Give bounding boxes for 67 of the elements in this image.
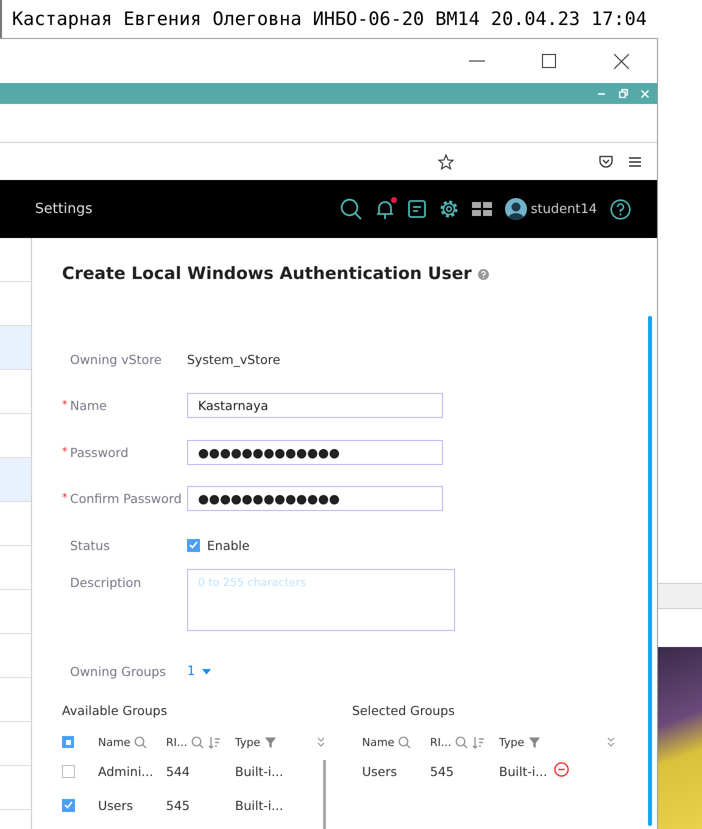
input-field[interactable]: ●●●●●●●●●●●●● [187,486,443,512]
checkbox-label[interactable]: Enable [207,538,250,553]
search-icon[interactable] [340,198,362,220]
field-label: Password [70,444,128,460]
column-header: Type [499,736,524,748]
scrollbar-thumb[interactable] [648,316,652,826]
table-cell-text: 544 [166,764,191,778]
required-asterisk: * [62,444,68,460]
column-header: Name [98,736,130,748]
close-icon[interactable] [614,54,628,68]
field-label: Owning vStore [70,352,162,367]
table-cell-text: Built-i... [235,798,284,812]
filter-icon [528,736,542,748]
search-icon [398,736,412,748]
column-header: RI... [430,736,452,748]
table-cell-text: 545 [166,798,191,812]
pocket-icon[interactable] [599,155,613,168]
caret-icon[interactable] [202,668,212,675]
field-value: System_vStore [187,352,280,367]
section-title: Selected Groups [352,703,456,718]
grid-icon[interactable] [472,202,492,216]
field-label: Description [70,574,142,590]
double-chevron-icon [316,736,326,748]
avatar-icon[interactable] [504,198,527,220]
table-cell-text: Users [362,764,398,778]
search-icon [191,736,204,748]
help-icon[interactable] [610,198,631,220]
document-icon[interactable] [408,200,426,218]
input-field[interactable]: Kastarnaya [187,393,443,418]
bookmark-star-icon[interactable] [438,154,454,170]
username-link[interactable]: student14 [530,202,597,216]
bell-icon[interactable] [374,198,395,220]
table-cell-text: Admini... [98,764,154,778]
field-label: Confirm Password [70,491,182,506]
minimize-icon[interactable] [469,60,485,62]
table-cell-text: Users [98,798,134,812]
maximize-icon[interactable] [542,54,556,68]
field-label: Name [70,398,107,414]
restore-icon[interactable] [618,89,628,98]
column-header: Name [362,736,394,748]
row-checkbox[interactable] [62,798,75,812]
remove-icon[interactable] [554,762,569,777]
menu-icon[interactable] [629,156,641,166]
row-checkbox[interactable] [62,764,75,778]
column-header: RI... [166,736,188,748]
sort-icon [472,736,486,748]
table-cell-text: Built-i... [235,764,284,778]
column-header: Type [235,736,260,748]
search-icon [134,736,148,748]
field-label: Owning Groups [70,664,166,680]
field-label: Status [70,538,110,553]
double-chevron-icon [606,736,616,748]
horizontal-bar [658,583,702,609]
required-asterisk: * [62,398,68,414]
sort-icon [208,736,222,748]
table-cell-text: 545 [430,764,455,778]
scrollbar-thumb[interactable] [323,760,326,829]
page-title: Settings [35,201,94,217]
table-cell-text: Built-i... [499,764,548,778]
filter-icon [264,736,278,748]
required-asterisk: * [62,491,68,506]
dialog-title: Create Local Windows Authentication User [62,264,472,284]
section-title: Available Groups [62,703,168,718]
settings-icon[interactable] [438,199,459,219]
enable-checkbox[interactable] [187,538,200,552]
input-field[interactable]: ●●●●●●●●●●●●● [187,440,443,465]
search-icon [455,736,468,748]
